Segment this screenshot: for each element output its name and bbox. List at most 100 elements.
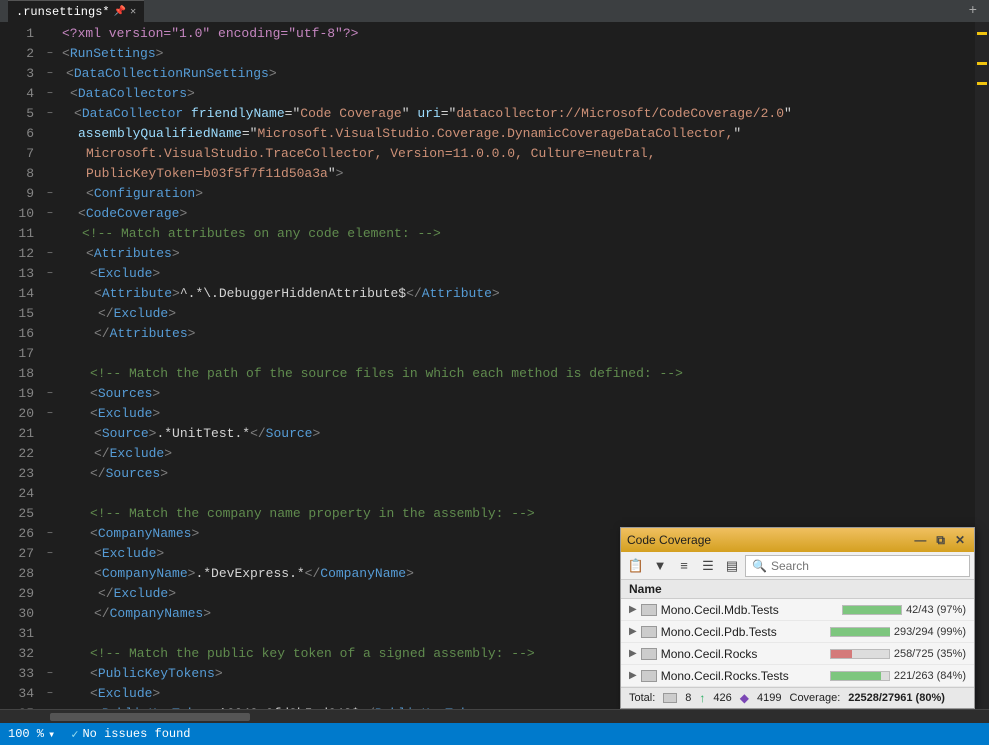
line-number: 35 [0,704,34,709]
row-coverage-bar: 42/43 (97%) [866,604,966,616]
xml-bracket: </ [98,304,114,324]
fold-indicator[interactable]: − [42,384,58,404]
xml-bracket: < [62,44,70,64]
fold-indicator[interactable]: − [42,524,58,544]
coverage-list-item[interactable]: ▶ Mono.Cecil.Pdb.Tests 293/294 (99%) [621,621,974,643]
xml-bracket: > [188,564,196,584]
coverage-copy-btn[interactable]: 📋 [625,555,647,577]
line-number: 28 [0,564,34,584]
xml-bracket: < [90,384,98,404]
coverage-search-box[interactable]: 🔍 [745,555,970,577]
active-tab[interactable]: .runsettings* 📌 ✕ [8,0,144,22]
xml-tag: DataCollector [82,104,183,124]
xml-text: .*UnitTest.* [156,424,250,444]
search-icon: 🔍 [752,559,767,573]
xml-bracket: < [94,704,102,709]
horizontal-scrollbar[interactable] [0,709,989,723]
fold-indicator [42,364,58,384]
xml-tag: Exclude [102,544,157,564]
tab-pin-icon[interactable]: 📌 [114,6,126,18]
fold-indicator[interactable]: − [42,244,58,264]
xml-bracket: </ [94,444,110,464]
row-expand-icon[interactable]: ▶ [629,670,637,681]
xml-text [183,104,191,124]
coverage-minimize-btn[interactable]: — [911,533,929,547]
fold-indicator[interactable]: − [42,664,58,684]
xml-bracket: > [215,664,223,684]
line-number: 25 [0,504,34,524]
xml-pi: <?xml version="1.0" encoding="utf-8"?> [62,24,358,44]
line-number: 16 [0,324,34,344]
expand-icon[interactable]: + [965,3,981,19]
fold-indicator[interactable]: − [42,404,58,424]
footer-diamond-icon: ◆ [740,691,749,705]
zoom-value: 100 % [8,727,44,741]
fold-indicator[interactable]: − [42,184,58,204]
coverage-filter-btn[interactable]: ▼ [649,555,671,577]
footer-branches-count: 426 [713,692,731,704]
code-line: <!-- Match the path of the source files … [62,364,975,384]
code-line: </Exclude> [62,444,975,464]
xml-bracket: > [149,424,157,444]
zoom-control[interactable]: 100 % ▾ [8,727,55,742]
coverage-group-btn[interactable]: ≡ [673,555,695,577]
xml-bracket: < [74,104,82,124]
status-ok-icon: ✓ [71,727,78,742]
xml-bracket: > [164,444,172,464]
fold-indicator[interactable]: − [42,544,58,564]
coverage-close-btn[interactable]: ✕ [952,533,968,547]
xml-tag: DataCollectors [78,84,187,104]
footer-coverage-label: Coverage: [790,692,841,704]
xml-tag: CodeCoverage [86,204,180,224]
xml-bracket: > [211,704,219,709]
code-line: <Attribute>^.*\.DebuggerHiddenAttribute$… [62,284,975,304]
xml-bracket: < [94,424,102,444]
row-name: Mono.Cecil.Mdb.Tests [661,603,866,617]
fold-indicator[interactable]: − [42,204,58,224]
coverage-columns-btn[interactable]: ☰ [697,555,719,577]
xml-tag: Sources [98,384,153,404]
status-bar: 100 % ▾ ✓ No issues found [0,723,989,745]
fold-indicator[interactable]: − [42,44,58,64]
code-line: Microsoft.VisualStudio.TraceCollector, V… [62,144,975,164]
coverage-pct: 258/725 (35%) [894,648,966,660]
xml-comment: <!-- Match attributes on any code elemen… [82,224,441,244]
code-line: <!-- Match the company name property in … [62,504,975,524]
fold-indicator[interactable]: − [42,264,58,284]
xml-bracket: < [86,184,94,204]
xml-bracket: < [78,204,86,224]
coverage-view-btn[interactable]: ▤ [721,555,743,577]
xml-bracket: > [168,584,176,604]
scrollbar-thumb[interactable] [50,713,250,721]
line-number: 8 [0,164,34,184]
coverage-search-input[interactable] [771,559,963,573]
code-line: <Exclude> [62,264,975,284]
col-val-header [866,582,966,596]
tab-close-icon[interactable]: ✕ [130,6,136,18]
coverage-list-item[interactable]: ▶ Mono.Cecil.Mdb.Tests 42/43 (97%) [621,599,974,621]
xml-bracket: </ [406,284,422,304]
code-line: <!-- Match attributes on any code elemen… [62,224,975,244]
fold-indicator[interactable]: − [42,64,58,84]
row-expand-icon[interactable]: ▶ [629,626,637,637]
xml-attr: friendlyName [191,104,285,124]
fold-indicator[interactable]: − [42,684,58,704]
line-number: 15 [0,304,34,324]
bar-fill [843,606,901,614]
line-number: 3 [0,64,34,84]
code-line [62,344,975,364]
coverage-list-item[interactable]: ▶ Mono.Cecil.Rocks.Tests 221/263 (84%) [621,665,974,687]
coverage-list-item[interactable]: ▶ Mono.Cecil.Rocks 258/725 (35%) [621,643,974,665]
zoom-dropdown-icon[interactable]: ▾ [48,727,55,742]
coverage-restore-btn[interactable]: ⧉ [933,533,948,548]
row-expand-icon[interactable]: ▶ [629,648,637,659]
line-numbers: 1234567891011121314151617181920212223242… [0,22,42,709]
fold-indicator[interactable]: − [42,104,58,124]
line-number: 4 [0,84,34,104]
xml-tag: CompanyNames [110,604,204,624]
row-expand-icon[interactable]: ▶ [629,604,637,615]
xml-tag: Exclude [114,584,169,604]
fold-indicator[interactable]: − [42,84,58,104]
code-line: <DataCollector friendlyName="Code Covera… [62,104,975,124]
xml-bracket: > [188,324,196,344]
